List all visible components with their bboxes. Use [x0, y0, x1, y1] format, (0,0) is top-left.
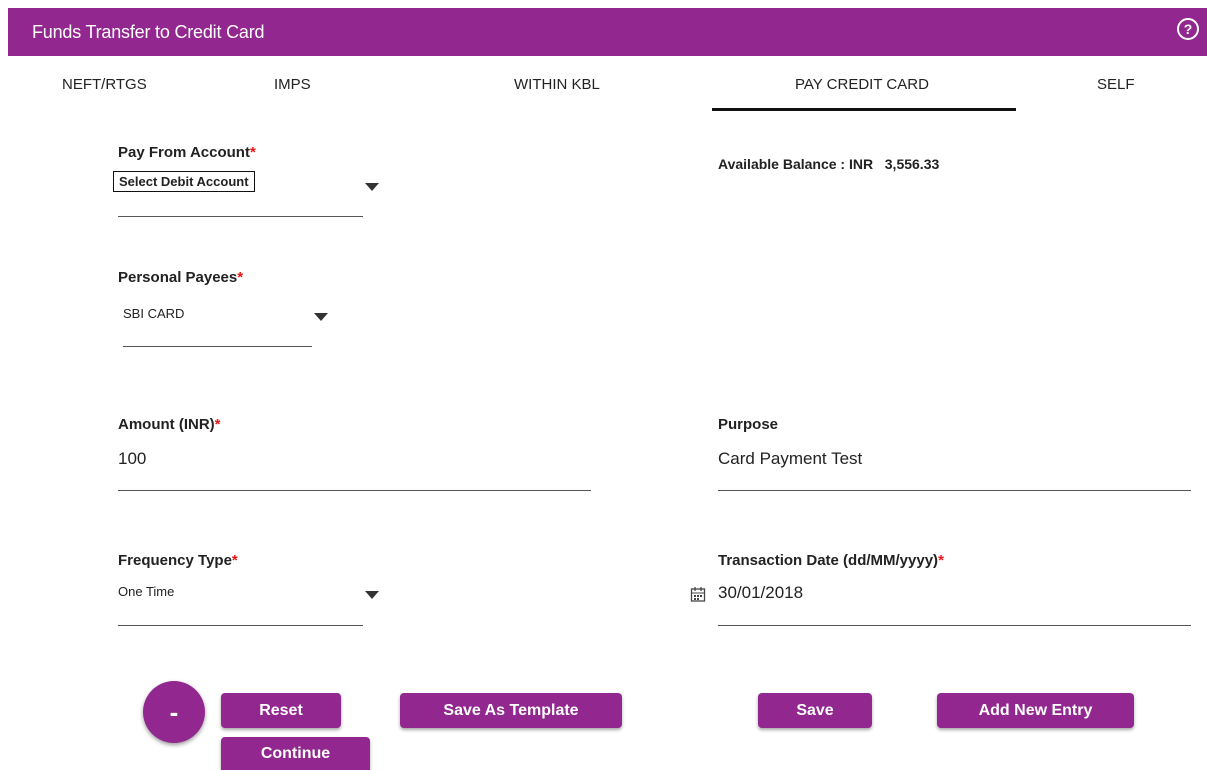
amount-underline [118, 490, 591, 491]
frequency-underline [118, 625, 363, 626]
amount-input[interactable]: 100 [118, 449, 146, 469]
calendar-icon[interactable] [690, 586, 706, 602]
tab-self[interactable]: SELF [1097, 76, 1135, 93]
frequency-label: Frequency Type* [118, 552, 238, 569]
help-icon[interactable]: ? [1177, 18, 1199, 40]
reset-button[interactable]: Reset [221, 693, 341, 728]
collapse-button[interactable]: - [143, 681, 205, 743]
payee-underline [123, 346, 312, 347]
pay-from-underline [118, 216, 363, 217]
tab-within-kbl[interactable]: WITHIN KBL [514, 76, 600, 93]
frequency-select[interactable]: One Time [118, 584, 174, 599]
debit-account-select[interactable]: Select Debit Account [113, 171, 255, 192]
chevron-down-icon[interactable] [314, 313, 328, 321]
purpose-label: Purpose [718, 416, 779, 433]
save-as-template-button[interactable]: Save As Template [400, 693, 622, 728]
tab-imps[interactable]: IMPS [274, 76, 311, 93]
active-tab-indicator [712, 108, 1016, 111]
available-balance: Available Balance : INR 3,556.33 [718, 156, 940, 172]
transaction-date-input[interactable]: 30/01/2018 [718, 583, 803, 603]
personal-payees-label: Personal Payees* [118, 269, 244, 286]
pay-from-label: Pay From Account* [118, 144, 256, 161]
page-title: Funds Transfer to Credit Card [32, 22, 265, 42]
chevron-down-icon[interactable] [365, 183, 379, 191]
purpose-input[interactable]: Card Payment Test [718, 449, 862, 469]
page-header: Funds Transfer to Credit Card ? [8, 8, 1207, 56]
transaction-date-label: Transaction Date (dd/MM/yyyy)* [718, 552, 944, 569]
tab-neft-rtgs[interactable]: NEFT/RTGS [62, 76, 147, 93]
transaction-date-underline [718, 625, 1191, 626]
add-new-entry-button[interactable]: Add New Entry [937, 693, 1134, 728]
chevron-down-icon[interactable] [365, 591, 379, 599]
tab-pay-credit-card[interactable]: PAY CREDIT CARD [795, 76, 929, 93]
continue-button[interactable]: Continue [221, 737, 370, 770]
amount-label: Amount (INR)* [118, 416, 221, 433]
purpose-underline [718, 490, 1191, 491]
save-button[interactable]: Save [758, 693, 872, 728]
payee-select[interactable]: SBI CARD [123, 306, 184, 321]
